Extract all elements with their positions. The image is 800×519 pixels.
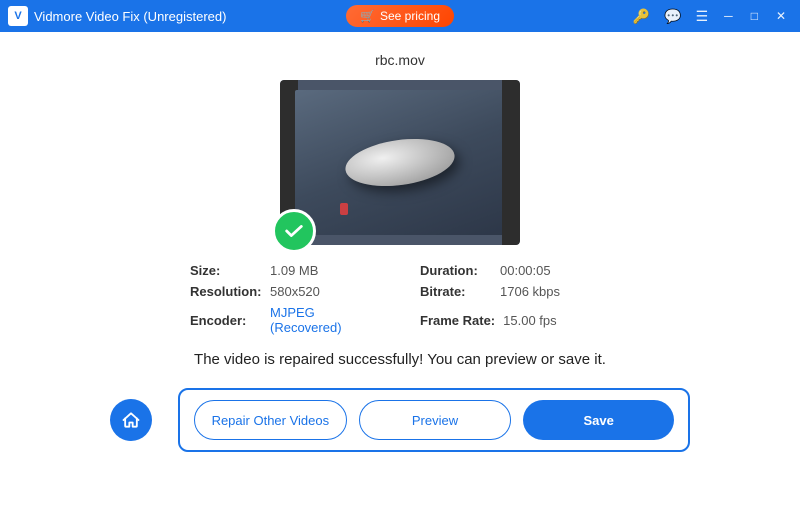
- framerate-label: Frame Rate:: [420, 313, 495, 328]
- success-badge: [272, 209, 316, 253]
- maximize-button[interactable]: □: [745, 7, 764, 25]
- repair-other-videos-button[interactable]: Repair Other Videos: [194, 400, 347, 440]
- encoder-label: Encoder:: [190, 313, 262, 328]
- titlebar-center: 🛒 See pricing: [346, 5, 454, 27]
- info-row-framerate: Frame Rate: 15.00 fps: [420, 305, 610, 335]
- duration-label: Duration:: [420, 263, 492, 278]
- size-label: Size:: [190, 263, 262, 278]
- home-button[interactable]: [110, 399, 152, 441]
- bottom-action-row: Repair Other Videos Preview Save: [110, 388, 690, 452]
- menu-icon-button[interactable]: ☰: [692, 6, 713, 27]
- check-icon: [283, 220, 305, 242]
- cart-icon: 🛒: [360, 9, 375, 23]
- titlebar-left: V Vidmore Video Fix (Unregistered): [8, 6, 226, 26]
- video-thumb-inner: [295, 90, 505, 235]
- save-button[interactable]: Save: [523, 400, 674, 440]
- action-buttons-box: Repair Other Videos Preview Save: [178, 388, 690, 452]
- chat-icon-button[interactable]: 💬: [660, 6, 685, 27]
- success-message: The video is repaired successfully! You …: [194, 351, 606, 368]
- app-icon: V: [8, 6, 28, 26]
- close-button[interactable]: ✕: [770, 7, 792, 25]
- resolution-label: Resolution:: [190, 284, 262, 299]
- main-content: rbc.mov Size: 1.09 MB Duration: 00:00:05: [0, 32, 800, 519]
- 3d-shape: [342, 133, 457, 193]
- video-thumbnail: [280, 80, 520, 245]
- video-filename: rbc.mov: [375, 52, 425, 68]
- encoder-value: MJPEG (Recovered): [270, 305, 380, 335]
- bitrate-label: Bitrate:: [420, 284, 492, 299]
- duration-value: 00:00:05: [500, 263, 551, 278]
- preview-button[interactable]: Preview: [359, 400, 512, 440]
- framerate-value: 15.00 fps: [503, 313, 557, 328]
- see-pricing-button[interactable]: 🛒 See pricing: [346, 5, 454, 27]
- info-row-bitrate: Bitrate: 1706 kbps: [420, 284, 610, 299]
- info-row-duration: Duration: 00:00:05: [420, 263, 610, 278]
- info-row-encoder: Encoder: MJPEG (Recovered): [190, 305, 380, 335]
- bitrate-value: 1706 kbps: [500, 284, 560, 299]
- titlebar: V Vidmore Video Fix (Unregistered) 🛒 See…: [0, 0, 800, 32]
- key-icon-button[interactable]: 🔑: [629, 6, 654, 27]
- resolution-value: 580x520: [270, 284, 320, 299]
- video-thumbnail-container: [280, 80, 520, 245]
- home-icon: [121, 410, 141, 430]
- info-row-size: Size: 1.09 MB: [190, 263, 380, 278]
- video-right-bar: [502, 80, 520, 245]
- titlebar-right: 🔑 💬 ☰ ─ □ ✕: [629, 6, 792, 27]
- app-title: Vidmore Video Fix (Unregistered): [34, 9, 226, 24]
- info-row-resolution: Resolution: 580x520: [190, 284, 380, 299]
- minimize-button[interactable]: ─: [718, 7, 739, 25]
- size-value: 1.09 MB: [270, 263, 318, 278]
- video-info-grid: Size: 1.09 MB Duration: 00:00:05 Resolut…: [190, 263, 610, 335]
- see-pricing-label: See pricing: [380, 9, 440, 23]
- red-pin-marker: [340, 203, 348, 215]
